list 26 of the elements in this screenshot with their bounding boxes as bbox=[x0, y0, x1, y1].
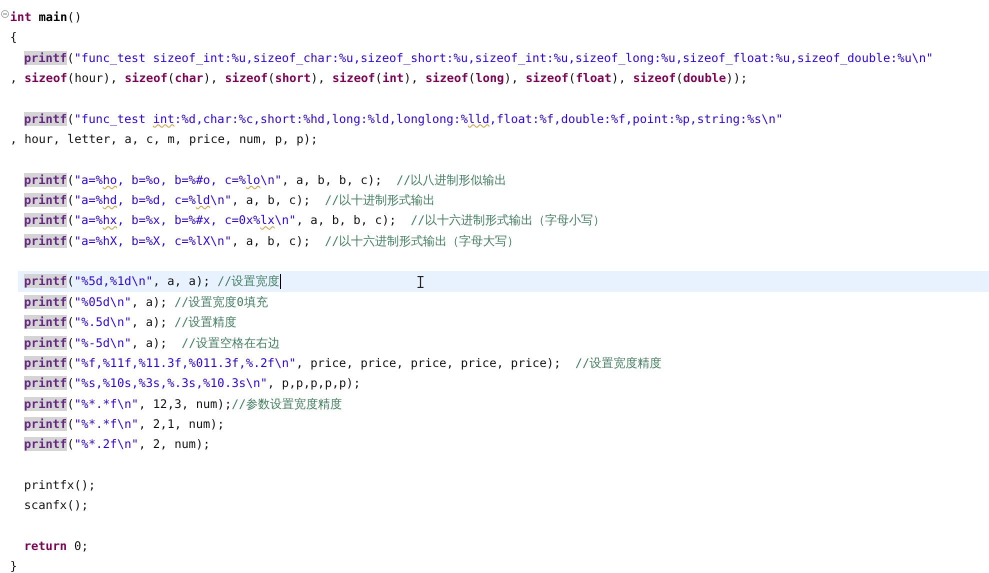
code-line: printf("%*.*f\n", 2,1, num); bbox=[23, 416, 224, 433]
code-line: printf("%f,%11f,%11.3f,%011.3f,%.2f\n", price, price, price, price, price); //设置宽度精度 bbox=[23, 354, 662, 372]
code-line: printf("%*.2f\n", 2, num); bbox=[23, 436, 210, 454]
code-line: printf("%5d,%1d\n", a, a); //设置宽度 bbox=[23, 273, 280, 290]
code-line: printf("%*.*f\n", 12,3, num);//参数设置宽度精度 bbox=[23, 396, 342, 413]
code-line: printf("%05d\n", a); //设置宽度0填充 bbox=[23, 294, 268, 311]
code-line: printf("%-5d\n", a); //设置空格在右边 bbox=[23, 334, 280, 352]
text-cursor-icon bbox=[417, 276, 424, 288]
code-line: printf("a=%hX, b=%X, c=%lX\n", a, b, c); //以十六进制形式输出（字母大写） bbox=[23, 232, 520, 250]
code-line: , sizeof(hour), sizeof(char), sizeof(short), sizeof(int), sizeof(long), sizeof(float), sizeof(double)); bbox=[10, 70, 748, 88]
collapse-icon[interactable] bbox=[1, 10, 9, 18]
code-line: scanfx(); bbox=[23, 497, 88, 514]
code-line: printf("func_test int:%d,char:%c,short:%hd,long:%ld,longlong:%lld,float:%f,double:%f,point:%p,string:%s\n" bbox=[23, 110, 783, 128]
code-line: } bbox=[10, 558, 18, 573]
code-line: printf("func_test sizeof_int:%u,sizeof_char:%u,sizeof_short:%u,sizeof_int:%u,sizeof_long:%u,sizeof_float:%u,sizeof_double:%u\n" bbox=[23, 50, 934, 67]
code-line: printfx(); bbox=[23, 476, 96, 494]
code-line: printf("a=%hd, b=%d, c=%ld\n", a, b, c); //以十进制形式输出 bbox=[23, 192, 436, 210]
code-line: printf("%s,%10s,%3s,%.3s,%10.3s\n", p,p,p,p,p); bbox=[23, 375, 360, 392]
code-line: printf("%.5d\n", a); //设置精度 bbox=[23, 314, 237, 332]
text-caret bbox=[280, 274, 281, 290]
code-line: { bbox=[10, 29, 18, 46]
code-line: int main() bbox=[10, 9, 82, 26]
code-line: return 0; bbox=[23, 538, 88, 555]
code-line: , hour, letter, a, c, m, price, num, p, p); bbox=[10, 131, 318, 148]
code-line: printf("a=%hx, b=%x, b=%#x, c=0x%lx\n", a, b, b, c); //以十六进制形式输出（字母小写） bbox=[23, 212, 605, 230]
code-line: printf("a=%ho, b=%o, b=%#o, c=%lo\n", a, b, b, c); //以八进制形似输出 bbox=[23, 172, 507, 189]
